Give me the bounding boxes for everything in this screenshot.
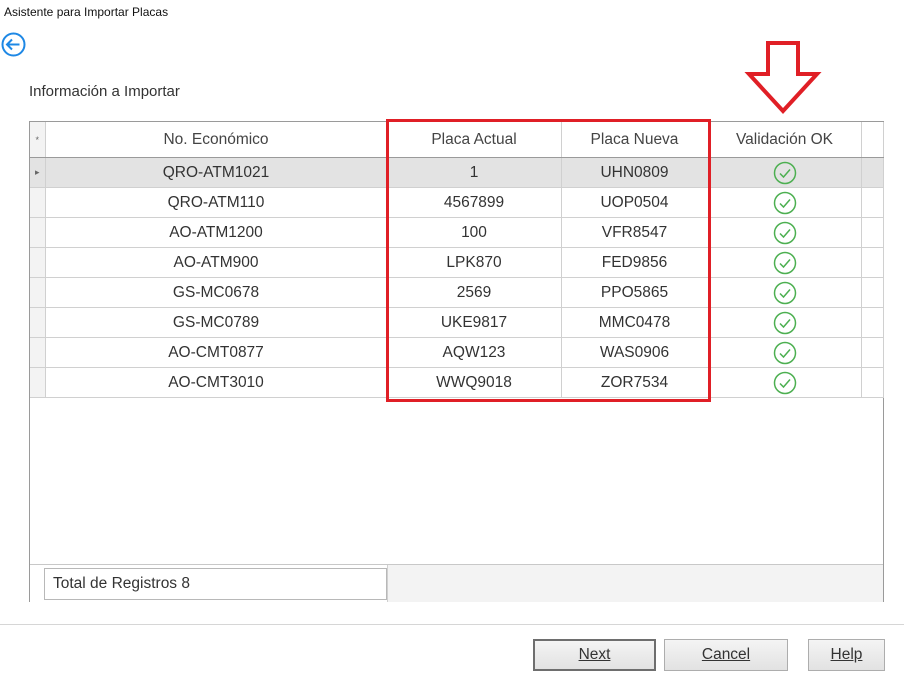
cell-no-economico[interactable]: QRO-ATM110	[45, 187, 388, 218]
table-row[interactable]: AO-ATM900 LPK870 FED9856	[30, 247, 884, 278]
table-header-row: * No. Económico Placa Actual Placa Nueva…	[30, 122, 884, 158]
row-indicator[interactable]	[30, 337, 46, 368]
cell-placa-actual[interactable]: 2569	[387, 277, 562, 308]
column-header-no-economico[interactable]: No. Económico	[45, 122, 388, 158]
row-indicator[interactable]	[30, 367, 46, 398]
cell-validacion-ok[interactable]	[708, 307, 862, 338]
cell-validacion-ok[interactable]	[708, 367, 862, 398]
cell-placa-nueva[interactable]: PPO5865	[561, 277, 709, 308]
cell-validacion-ok[interactable]	[708, 157, 862, 188]
row-filler	[861, 247, 884, 278]
cell-placa-nueva[interactable]: UHN0809	[561, 157, 709, 188]
table-row[interactable]: QRO-ATM110 4567899 UOP0504	[30, 187, 884, 218]
check-circle-icon	[773, 281, 797, 305]
cell-placa-nueva[interactable]: FED9856	[561, 247, 709, 278]
cell-placa-nueva[interactable]: VFR8547	[561, 217, 709, 248]
cell-validacion-ok[interactable]	[708, 187, 862, 218]
table-row[interactable]: AO-CMT3010 WWQ9018 ZOR7534	[30, 367, 884, 398]
cell-no-economico[interactable]: AO-CMT3010	[45, 367, 388, 398]
cell-placa-nueva[interactable]: MMC0478	[561, 307, 709, 338]
cell-placa-actual[interactable]: 4567899	[387, 187, 562, 218]
cell-no-economico[interactable]: GS-MC0789	[45, 307, 388, 338]
row-filler	[861, 307, 884, 338]
check-circle-icon	[773, 161, 797, 185]
column-header-validacion-ok[interactable]: Validación OK	[708, 122, 862, 158]
help-button[interactable]: Help	[808, 639, 885, 671]
check-circle-icon	[773, 341, 797, 365]
cell-placa-nueva[interactable]: ZOR7534	[561, 367, 709, 398]
section-label: Información a Importar	[29, 83, 180, 100]
cell-placa-actual[interactable]: AQW123	[387, 337, 562, 368]
cell-placa-actual[interactable]: 100	[387, 217, 562, 248]
row-filler	[861, 367, 884, 398]
check-circle-icon	[773, 311, 797, 335]
cell-placa-actual[interactable]: 1	[387, 157, 562, 188]
back-arrow-icon[interactable]	[0, 31, 27, 58]
total-records-field: Total de Registros 8	[44, 568, 387, 600]
cell-validacion-ok[interactable]	[708, 217, 862, 248]
import-grid: * No. Económico Placa Actual Placa Nueva…	[29, 121, 884, 602]
row-indicator[interactable]	[30, 277, 46, 308]
cell-no-economico[interactable]: GS-MC0678	[45, 277, 388, 308]
check-circle-icon	[773, 371, 797, 395]
table-row[interactable]: ▸ QRO-ATM1021 1 UHN0809	[30, 157, 884, 188]
next-button[interactable]: Next	[533, 639, 656, 671]
row-filler	[861, 217, 884, 248]
cell-validacion-ok[interactable]	[708, 337, 862, 368]
table-row[interactable]: AO-ATM1200 100 VFR8547	[30, 217, 884, 248]
row-filler	[861, 187, 884, 218]
cell-validacion-ok[interactable]	[708, 247, 862, 278]
column-header-placa-actual[interactable]: Placa Actual	[387, 122, 562, 158]
header-filler	[861, 122, 884, 158]
cell-validacion-ok[interactable]	[708, 277, 862, 308]
column-header-placa-nueva[interactable]: Placa Nueva	[561, 122, 709, 158]
cell-placa-actual[interactable]: WWQ9018	[387, 367, 562, 398]
cell-placa-nueva[interactable]: WAS0906	[561, 337, 709, 368]
check-circle-icon	[773, 221, 797, 245]
check-circle-icon	[773, 191, 797, 215]
footer-divider	[0, 624, 904, 625]
annotation-down-arrow-icon	[744, 41, 822, 114]
row-filler	[861, 277, 884, 308]
cell-placa-actual[interactable]: LPK870	[387, 247, 562, 278]
import-table: * No. Económico Placa Actual Placa Nueva…	[30, 122, 884, 398]
table-row[interactable]: AO-CMT0877 AQW123 WAS0906	[30, 337, 884, 368]
cell-no-economico[interactable]: AO-CMT0877	[45, 337, 388, 368]
window-title: Asistente para Importar Placas	[4, 5, 169, 19]
cell-no-economico[interactable]: AO-ATM1200	[45, 217, 388, 248]
row-indicator[interactable]	[30, 187, 46, 218]
check-circle-icon	[773, 251, 797, 275]
cell-placa-nueva[interactable]: UOP0504	[561, 187, 709, 218]
cell-placa-actual[interactable]: UKE9817	[387, 307, 562, 338]
new-row-marker: *	[30, 122, 46, 158]
table-row[interactable]: GS-MC0789 UKE9817 MMC0478	[30, 307, 884, 338]
table-row[interactable]: GS-MC0678 2569 PPO5865	[30, 277, 884, 308]
row-filler	[861, 157, 884, 188]
cancel-button[interactable]: Cancel	[664, 639, 788, 671]
grid-footer: Total de Registros 8	[30, 564, 883, 602]
cell-no-economico[interactable]: QRO-ATM1021	[45, 157, 388, 188]
row-indicator[interactable]	[30, 217, 46, 248]
row-indicator[interactable]	[30, 247, 46, 278]
row-indicator[interactable]: ▸	[30, 157, 46, 188]
row-filler	[861, 337, 884, 368]
row-indicator[interactable]	[30, 307, 46, 338]
cell-no-economico[interactable]: AO-ATM900	[45, 247, 388, 278]
